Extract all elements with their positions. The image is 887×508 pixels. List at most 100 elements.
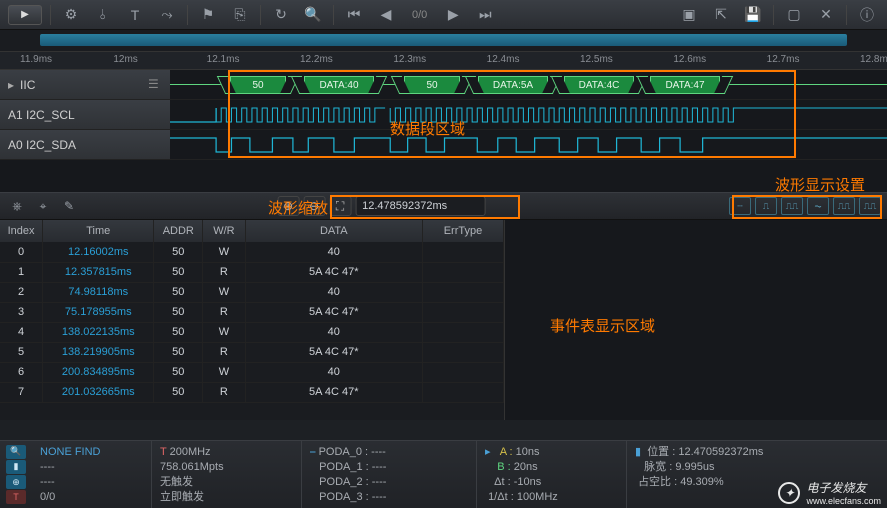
table-row[interactable]: 012.16002ms50W40 <box>0 242 504 262</box>
table-cell: 4 <box>0 322 43 342</box>
gear-icon[interactable]: ⚙ <box>59 3 83 27</box>
prev-icon[interactable]: ⏮ <box>342 3 366 27</box>
table-cell <box>422 262 503 282</box>
table-header[interactable]: DATA <box>245 220 422 242</box>
table-cell: W <box>203 322 246 342</box>
display-mode-2-icon[interactable]: ⎍ <box>755 197 777 215</box>
display-mode-3-icon[interactable]: ⎍⎍ <box>781 197 803 215</box>
channel-row-sda[interactable]: A0 I2C_SDA <box>0 130 170 160</box>
settings-pencil-icon[interactable]: ✎ <box>58 196 80 216</box>
display-mode-1-icon[interactable]: ┄ <box>729 197 751 215</box>
marker-icon[interactable]: ⫰ <box>91 3 115 27</box>
export-icon[interactable]: ⇱ <box>709 3 733 27</box>
meas-pw-label: 脉宽 : <box>644 461 672 473</box>
analyze-icon[interactable]: ⎈ <box>6 196 28 216</box>
event-table: IndexTimeADDRW/RDATAErrType 012.16002ms5… <box>0 220 504 403</box>
flag-icon[interactable]: ⚑ <box>196 3 220 27</box>
time-position-field[interactable]: 12.478592372ms <box>355 196 485 216</box>
window-icon[interactable]: ▢ <box>782 3 806 27</box>
decoded-packet[interactable]: 50 <box>404 76 460 94</box>
table-row[interactable]: 4138.022135ms50W40 <box>0 322 504 342</box>
table-row[interactable]: 7201.032665ms50R5A 4C 47* <box>0 382 504 402</box>
trigger-pts: 758.061Mpts <box>160 460 293 475</box>
find-label: NONE FIND <box>40 446 101 458</box>
table-row[interactable]: 274.98118ms50W40 <box>0 282 504 302</box>
table-cell: R <box>203 302 246 322</box>
table-cell: 138.022135ms <box>43 322 154 342</box>
zoom-in-button[interactable]: ⊕ <box>277 196 299 216</box>
decoded-packet[interactable]: DATA:5A <box>478 76 548 94</box>
table-cell: 50 <box>154 362 203 382</box>
table-header[interactable]: Index <box>0 220 43 242</box>
table-cell <box>422 302 503 322</box>
channel-row-iic[interactable]: IIC ☰ <box>0 70 170 100</box>
decoded-packet[interactable]: DATA:4C <box>564 76 634 94</box>
table-cell: 50 <box>154 382 203 402</box>
zoom-out-button[interactable]: ⊖ <box>303 196 325 216</box>
cursor-tool-icon[interactable]: ⌖ <box>32 196 54 216</box>
table-row[interactable]: 5138.219905ms50R5A 4C 47* <box>0 342 504 362</box>
table-cell: 12.357815ms <box>43 262 154 282</box>
table-header[interactable]: W/R <box>203 220 246 242</box>
cursor-a-label: A : <box>500 446 513 458</box>
side-marker-icon[interactable]: ▮ <box>6 460 26 474</box>
channel-label: A0 I2C_SDA <box>8 138 76 152</box>
side-zoom-icon[interactable]: ⊕ <box>6 475 26 489</box>
channel-settings-icon[interactable]: ☰ <box>148 77 164 93</box>
poda2-label: PODA_2 : <box>319 476 369 488</box>
play-button[interactable]: ▶ <box>8 5 42 25</box>
table-header[interactable]: ErrType <box>422 220 503 242</box>
table-cell: 40 <box>245 242 422 262</box>
cursor-icon[interactable]: ⤳ <box>155 3 179 27</box>
bracket-icon[interactable]: ⎘ <box>228 3 252 27</box>
ruler-tick: 12.8ms <box>860 54 887 65</box>
table-cell: 6 <box>0 362 43 382</box>
ruler-tick: 12.1ms <box>207 54 240 65</box>
info-icon[interactable]: ⓘ <box>855 3 879 27</box>
display-mode-6-icon[interactable]: ⎍⎍ <box>859 197 881 215</box>
fullscreen-button[interactable]: ⛶ <box>329 196 351 216</box>
side-trigger-icon[interactable]: T <box>6 490 26 504</box>
prev-step-icon[interactable]: ◀ <box>374 3 398 27</box>
table-row[interactable]: 6200.834895ms50W40 <box>0 362 504 382</box>
table-cell: 5A 4C 47* <box>245 342 422 362</box>
next-icon[interactable]: ⏭ <box>473 3 497 27</box>
decoded-packet[interactable]: DATA:47 <box>650 76 720 94</box>
decoded-packet[interactable]: DATA:40 <box>304 76 374 94</box>
poda3-label: PODA_3 : <box>319 491 369 503</box>
display-mode-5-icon[interactable]: ⎍⎍ <box>833 197 855 215</box>
display-mode-4-icon[interactable]: ⏦ <box>807 197 829 215</box>
table-cell: 5A 4C 47* <box>245 262 422 282</box>
channel-label: IIC <box>20 78 35 92</box>
table-cell <box>422 282 503 302</box>
channel-row-scl[interactable]: A1 I2C_SCL <box>0 100 170 130</box>
side-search-icon[interactable]: 🔍 <box>6 445 26 459</box>
search-icon[interactable]: 🔍 <box>301 3 325 27</box>
table-cell: R <box>203 342 246 362</box>
waveform-controls: ⎈ ⌖ ✎ ⊕ ⊖ ⛶ 12.478592372ms ┄ ⎍ ⎍⎍ ⏦ ⎍⎍ ⎍… <box>0 192 887 220</box>
decoded-packet[interactable]: 50 <box>230 76 286 94</box>
refresh-icon[interactable]: ↻ <box>269 3 293 27</box>
timeline-overview[interactable] <box>0 30 887 52</box>
watermark-name: 电子发烧友 <box>806 479 881 496</box>
table-cell: 1 <box>0 262 43 282</box>
next-step-icon[interactable]: ▶ <box>441 3 465 27</box>
table-header[interactable]: Time <box>43 220 154 242</box>
table-cell: 12.16002ms <box>43 242 154 262</box>
poda1-label: PODA_1 : <box>319 461 369 473</box>
table-row[interactable]: 375.178955ms50R5A 4C 47* <box>0 302 504 322</box>
table-header[interactable]: ADDR <box>154 220 203 242</box>
tools-icon[interactable]: ✕ <box>814 3 838 27</box>
text-tool-icon[interactable]: T <box>123 3 147 27</box>
table-cell: 5 <box>0 342 43 362</box>
table-row[interactable]: 112.357815ms50R5A 4C 47* <box>0 262 504 282</box>
ruler-tick: 12.3ms <box>393 54 426 65</box>
wave-canvas[interactable]: 50 DATA:40 50 DATA:5A DATA:4C DATA:47 <box>170 70 887 192</box>
find-dash: ---- <box>40 460 143 475</box>
play-icon: ▶ <box>21 9 29 20</box>
table-cell: 7 <box>0 382 43 402</box>
top-toolbar: ▶ ⚙ ⫰ T ⤳ ⚑ ⎘ ↻ 🔍 ⏮ ◀ 0/0 ▶ ⏭ ▣ ⇱ 💾 ▢ ✕ … <box>0 0 887 30</box>
screenshot-icon[interactable]: ▣ <box>677 3 701 27</box>
event-preview-pane <box>505 220 887 420</box>
save-icon[interactable]: 💾 <box>741 3 765 27</box>
